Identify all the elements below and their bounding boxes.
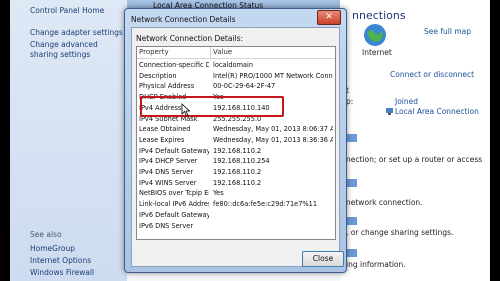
row-property: NetBIOS over Tcpip En... [139, 189, 209, 198]
windows-firewall-link[interactable]: Windows Firewall [30, 268, 94, 278]
network-center-main: nnections See full map Internet Connect … [340, 0, 490, 281]
troubleshoot-icon [347, 249, 357, 257]
details-row[interactable]: IPv4 DHCP Server 192.168.110.254 [137, 156, 335, 166]
section-heading: nnections [352, 9, 406, 22]
connect-disconnect-link[interactable]: Connect or disconnect [390, 70, 474, 79]
change-adapter-settings-link[interactable]: Change adapter settings [30, 28, 123, 38]
row-value: fe80::dc6a:fe5e:c29d:71e7%11 [213, 200, 318, 209]
internet-options-link[interactable]: Internet Options [30, 256, 91, 266]
row-value: Intel(R) PRO/1000 MT Network Connectio [213, 71, 333, 80]
row-property: IPv4 Default Gateway [139, 146, 209, 155]
details-row[interactable]: NetBIOS over Tcpip En... Yes [137, 188, 335, 198]
dialog-close-icon[interactable]: ✕ [317, 10, 341, 25]
details-row[interactable]: IPv4 DNS Server 192.168.110.2 [137, 167, 335, 177]
dialog-title: Network Connection Details [131, 15, 236, 24]
row-value: 00-0C-29-64-2F-47 [213, 82, 276, 91]
details-label: Network Connection Details: [136, 34, 244, 43]
row-property: Link-local IPv6 Address [139, 200, 209, 209]
troubleshoot-text: ing information. [346, 260, 406, 269]
row-property: IPv4 WINS Server [139, 178, 197, 187]
row-value: localdomain [213, 61, 254, 69]
see-also-heading: See also [30, 230, 62, 239]
column-separator[interactable] [210, 47, 211, 58]
details-row[interactable]: Physical Address 00-0C-29-64-2F-47 [137, 81, 335, 91]
globe-icon [364, 24, 386, 46]
row-property: Lease Obtained [139, 125, 191, 134]
ipv4-highlight-box [140, 96, 284, 117]
details-row[interactable]: Lease Obtained Wednesday, May 01, 2013 8:… [137, 124, 335, 134]
connect-network-text: network connection. [346, 198, 423, 207]
homegroup-joined-link[interactable]: Joined [395, 97, 418, 106]
details-row[interactable]: Link-local IPv6 Address fe80::dc6a:fe5e:c… [137, 199, 335, 209]
control-panel-home-link[interactable]: Control Panel Home [30, 6, 104, 16]
row-property: IPv4 DHCP Server [139, 157, 198, 166]
details-list[interactable]: Property Value Connection-specific DN...… [136, 46, 336, 240]
sharing-settings-text: , or change sharing settings. [346, 228, 454, 237]
row-property: Description [139, 71, 177, 80]
screen: Control Panel Home Change adapter settin… [0, 0, 500, 281]
details-row[interactable]: IPv4 WINS Server 192.168.110.2 [137, 178, 335, 188]
mouse-pointer-icon [181, 103, 191, 117]
details-list-header: Property Value [137, 47, 335, 59]
row-value: 192.168.110.2 [213, 178, 262, 187]
row-property: IPv4 DNS Server [139, 168, 194, 176]
row-property: IPv6 DNS Server [139, 221, 194, 230]
row-value: 192.168.110.2 [213, 168, 262, 176]
close-button[interactable]: Close [302, 251, 344, 267]
column-property[interactable]: Property [139, 48, 169, 56]
row-value: 192.168.110.254 [213, 157, 270, 166]
local-area-connection-link[interactable]: Local Area Connection [395, 107, 479, 116]
row-value: 192.168.110.2 [213, 146, 262, 155]
homegroup-link[interactable]: HomeGroup [30, 244, 75, 254]
row-property: IPv6 Default Gateway [139, 210, 209, 219]
network-adapter-icon [386, 108, 393, 115]
homegroup-label: p: [346, 97, 354, 106]
details-row[interactable]: Connection-specific DN... localdomain [137, 60, 335, 70]
setup-connection-icon [347, 134, 357, 142]
column-value[interactable]: Value [213, 48, 232, 56]
setup-connection-text: nection; or set up a router or access [346, 155, 483, 164]
row-value: Wednesday, May 01, 2013 8:06:37 AM [213, 125, 333, 134]
dialog-body: Network Connection Details: Property Val… [131, 27, 344, 267]
control-panel-left-pane: Control Panel Home Change adapter settin… [10, 0, 128, 281]
row-value: Wednesday, May 01, 2013 8:36:36 AM [213, 135, 333, 144]
details-row[interactable]: Lease Expires Wednesday, May 01, 2013 8:3… [137, 135, 335, 145]
connect-network-icon [347, 179, 357, 187]
details-row[interactable]: IPv6 Default Gateway [137, 210, 335, 220]
details-row[interactable]: Description Intel(R) PRO/1000 MT Network … [137, 71, 335, 81]
internet-label: Internet [362, 48, 392, 57]
row-property: Physical Address [139, 82, 195, 91]
details-row[interactable]: IPv6 DNS Server [137, 221, 335, 231]
row-value: Yes [213, 189, 224, 198]
see-full-map-link[interactable]: See full map [424, 27, 471, 36]
row-property: Connection-specific DN... [139, 61, 209, 69]
homegroup-sharing-icon [347, 217, 357, 225]
right-letterbox [490, 0, 500, 281]
network-connection-details-dialog: Network Connection Details ✕ Network Con… [124, 8, 347, 273]
details-row[interactable]: IPv4 Default Gateway 192.168.110.2 [137, 146, 335, 156]
left-letterbox [0, 0, 10, 281]
row-property: Lease Expires [139, 135, 185, 144]
change-advanced-sharing-link[interactable]: Change advanced sharing settings [30, 40, 120, 60]
